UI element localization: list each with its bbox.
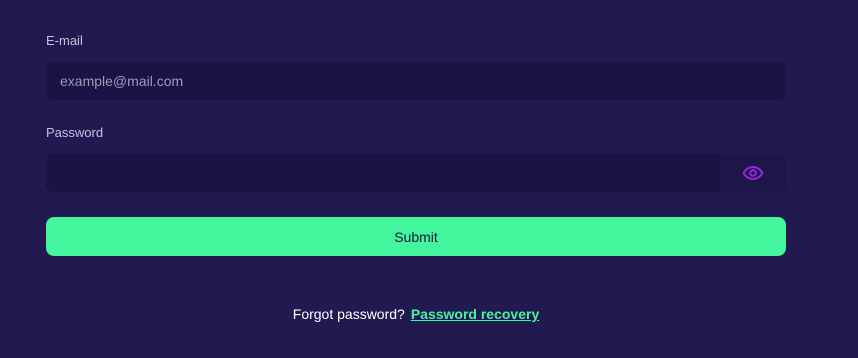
eye-icon <box>742 166 764 180</box>
email-field-container <box>46 62 786 100</box>
password-field-container <box>46 154 786 192</box>
password-label: Password <box>46 125 104 140</box>
forgot-password-text: Forgot password? <box>292 306 405 322</box>
password-recovery-link[interactable]: Password recovery <box>411 306 539 322</box>
email-label: E-mail <box>46 33 83 48</box>
password-visibility-toggle[interactable] <box>720 154 786 192</box>
password-field[interactable] <box>46 154 720 192</box>
password-recovery-row: Forgot password? Password recovery <box>46 306 786 322</box>
email-field[interactable] <box>46 62 786 100</box>
submit-button[interactable]: Submit <box>46 217 786 256</box>
